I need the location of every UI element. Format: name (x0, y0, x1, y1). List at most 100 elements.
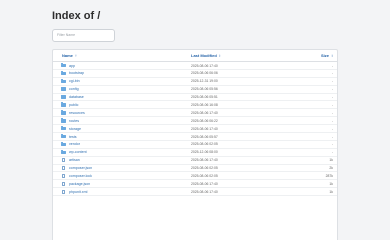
table-row[interactable]: database 2025-08-06 05:51 - (53, 94, 337, 102)
last-modified-cell: 2025-08-06 17:40 (191, 181, 218, 186)
size-cell: 287k (325, 173, 333, 178)
size-cell: - (331, 63, 333, 68)
folder-icon (61, 134, 66, 139)
folder-icon (61, 118, 66, 123)
modified-header-label: Last Modified (191, 53, 217, 58)
table-row[interactable]: app 2025-08-06 17:40 - (53, 62, 337, 70)
table-body: app 2025-08-06 17:40 - bootstrap 2025-08-06 … (53, 62, 337, 197)
file-table: Name ↑ Last Modified ↕ Size ↕ app 2025-08-06… (52, 49, 338, 240)
size-cell: - (331, 118, 333, 123)
size-cell: - (331, 71, 333, 76)
sort-by-name-header[interactable]: Name ↑ (62, 53, 77, 58)
last-modified-cell: 2025-08-06 06:22 (191, 118, 218, 123)
file-name-link[interactable]: tests (69, 135, 77, 139)
last-modified-cell: 2025-08-06 06:06 (191, 71, 218, 76)
last-modified-cell: 2025-08-06 17:40 (191, 158, 218, 163)
file-name-link[interactable]: wp-content (69, 150, 87, 154)
table-row[interactable]: composer.json 2025-08-06 02:05 2k (53, 165, 337, 173)
folder-icon (61, 110, 66, 115)
last-modified-cell: 2025-08-06 05:56 (191, 87, 218, 92)
size-cell: 1k (329, 181, 333, 186)
sort-by-size-header[interactable]: Size ↕ (321, 53, 333, 58)
size-cell: 2k (329, 166, 333, 171)
folder-icon (61, 126, 66, 131)
last-modified-cell: 2025-12-31 19:00 (191, 79, 218, 84)
folder-icon (61, 63, 66, 68)
size-cell: 1k (329, 158, 333, 163)
size-cell: - (331, 95, 333, 100)
file-icon (61, 158, 65, 163)
file-name-link[interactable]: artisan (69, 158, 80, 162)
folder-icon (61, 78, 66, 84)
table-row[interactable]: bootstrap 2025-08-06 06:06 - (53, 70, 337, 78)
size-cell: - (331, 102, 333, 107)
table-row[interactable]: artisan 2025-08-06 17:40 1k (53, 157, 337, 165)
file-name-link[interactable]: routes (69, 119, 79, 123)
file-name-link[interactable]: cgi-bin (69, 79, 80, 83)
size-header-label: Size (320, 53, 329, 58)
folder-icon (61, 70, 66, 76)
page-title: Index of / (52, 10, 101, 22)
size-cell: - (331, 110, 333, 115)
table-row[interactable]: wp-content 2025-12-06 08:00 - (53, 149, 337, 157)
file-name-link[interactable]: vendor (69, 142, 80, 146)
folder-icon (61, 142, 66, 147)
file-icon (61, 189, 65, 194)
file-icon (61, 166, 65, 171)
last-modified-cell: 2025-08-06 02:05 (191, 173, 218, 178)
size-cell: 1k (329, 189, 333, 194)
last-modified-cell: 2025-08-06 17:40 (191, 126, 218, 131)
table-row[interactable]: cgi-bin 2025-12-31 19:00 - (53, 78, 337, 86)
table-row[interactable]: resources 2025-08-06 17:40 - (53, 109, 337, 118)
table-row[interactable]: config 2025-08-06 05:56 - (53, 86, 337, 94)
table-header: Name ↑ Last Modified ↕ Size ↕ (53, 50, 337, 62)
folder-icon (61, 86, 66, 91)
file-icon (61, 173, 65, 179)
last-modified-cell: 2025-08-06 17:40 (191, 63, 218, 68)
file-icon (61, 181, 65, 187)
size-cell: - (331, 134, 333, 139)
file-name-link[interactable]: phpunit.xml (69, 190, 87, 194)
last-modified-cell: 2025-08-06 17:40 (191, 189, 218, 194)
table-row[interactable]: tests 2025-08-06 05:57 - (53, 133, 337, 141)
folder-icon (61, 94, 66, 99)
filter-name-input[interactable]: Filter Name (52, 29, 115, 42)
last-modified-cell: 2025-08-06 05:57 (191, 134, 218, 139)
table-row[interactable]: vendor 2025-08-06 02:05 - (53, 141, 337, 149)
file-name-link[interactable]: composer.json (69, 166, 92, 170)
size-cell: - (331, 150, 333, 155)
table-row[interactable]: phpunit.xml 2025-08-06 17:40 1k (53, 188, 337, 197)
file-name-link[interactable]: package.json (69, 182, 90, 186)
last-modified-cell: 2025-08-06 02:05 (191, 166, 218, 171)
size-cell: - (331, 79, 333, 84)
last-modified-cell: 2025-08-06 17:40 (191, 110, 218, 115)
table-row[interactable]: public 2025-08-06 16:08 - (53, 101, 337, 110)
sort-arrow-icon: ↕ (331, 53, 333, 58)
sort-by-modified-header[interactable]: Last Modified ↕ (191, 53, 221, 58)
file-name-link[interactable]: config (69, 87, 79, 91)
size-cell: - (331, 126, 333, 131)
table-row[interactable]: package.json 2025-08-06 17:40 1k (53, 180, 337, 189)
file-name-link[interactable]: resources (69, 111, 85, 115)
size-cell: - (331, 142, 333, 147)
directory-listing-page: Index of / Filter Name Name ↑ Last Modifi… (0, 0, 390, 240)
last-modified-cell: 2025-08-06 05:51 (191, 95, 218, 100)
table-row[interactable]: composer.lock 2025-08-06 02:05 287k (53, 172, 337, 181)
file-name-link[interactable]: database (69, 95, 84, 99)
file-name-link[interactable]: bootstrap (69, 71, 84, 75)
folder-icon (61, 149, 66, 155)
table-row[interactable]: storage 2025-08-06 17:40 - (53, 125, 337, 134)
last-modified-cell: 2025-08-06 16:08 (191, 102, 218, 107)
file-name-link[interactable]: app (69, 64, 75, 68)
size-cell: - (331, 87, 333, 92)
name-header-label: Name (62, 53, 73, 58)
folder-icon (61, 102, 66, 107)
last-modified-cell: 2025-12-06 08:00 (191, 150, 218, 155)
sort-arrow-icon: ↕ (218, 53, 221, 58)
file-name-link[interactable]: public (69, 103, 78, 107)
file-name-link[interactable]: composer.lock (69, 174, 92, 178)
sort-arrow-icon: ↑ (74, 53, 77, 58)
last-modified-cell: 2025-08-06 02:05 (191, 142, 218, 147)
file-name-link[interactable]: storage (69, 127, 81, 131)
table-row[interactable]: routes 2025-08-06 06:22 - (53, 117, 337, 126)
